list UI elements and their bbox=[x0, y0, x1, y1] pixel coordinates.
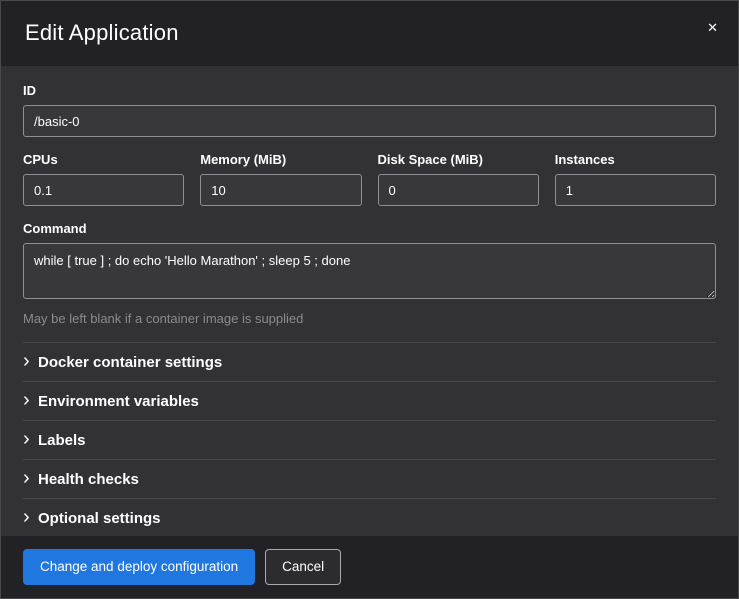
cpus-input[interactable] bbox=[23, 174, 184, 206]
command-field-group: Command while [ true ] ; do echo 'Hello … bbox=[23, 221, 716, 326]
chevron-right-icon: › bbox=[23, 354, 38, 368]
collapsible-sections: › Docker container settings › Environmen… bbox=[23, 342, 716, 536]
close-button[interactable]: ✕ bbox=[701, 15, 724, 40]
id-field-group: ID bbox=[23, 83, 716, 137]
chevron-right-icon: › bbox=[23, 510, 38, 524]
section-toggle-environment-variables[interactable]: › Environment variables bbox=[23, 381, 716, 420]
edit-application-modal: Edit Application ✕ ID CPUs Memory (MiB) … bbox=[0, 0, 739, 599]
memory-field-group: Memory (MiB) bbox=[200, 152, 361, 206]
section-toggle-optional-settings[interactable]: › Optional settings bbox=[23, 498, 716, 536]
section-toggle-labels[interactable]: › Labels bbox=[23, 420, 716, 459]
chevron-right-icon: › bbox=[23, 432, 38, 446]
chevron-right-icon: › bbox=[23, 471, 38, 485]
command-label: Command bbox=[23, 221, 716, 236]
modal-footer: Change and deploy configuration Cancel bbox=[1, 536, 738, 598]
chevron-right-icon: › bbox=[23, 393, 38, 407]
disk-field-group: Disk Space (MiB) bbox=[378, 152, 539, 206]
deploy-button[interactable]: Change and deploy configuration bbox=[23, 549, 255, 585]
id-label: ID bbox=[23, 83, 716, 98]
section-label: Docker container settings bbox=[38, 354, 222, 371]
instances-input[interactable] bbox=[555, 174, 716, 206]
cpus-field-group: CPUs bbox=[23, 152, 184, 206]
modal-header: Edit Application ✕ bbox=[1, 1, 738, 66]
section-label: Environment variables bbox=[38, 393, 199, 410]
close-icon: ✕ bbox=[707, 20, 718, 35]
instances-field-group: Instances bbox=[555, 152, 716, 206]
section-label: Optional settings bbox=[38, 510, 161, 527]
section-toggle-docker-container-settings[interactable]: › Docker container settings bbox=[23, 342, 716, 381]
section-toggle-health-checks[interactable]: › Health checks bbox=[23, 459, 716, 498]
instances-label: Instances bbox=[555, 152, 716, 167]
cancel-button[interactable]: Cancel bbox=[265, 549, 341, 585]
cpus-label: CPUs bbox=[23, 152, 184, 167]
memory-label: Memory (MiB) bbox=[200, 152, 361, 167]
modal-title: Edit Application bbox=[25, 20, 714, 46]
command-help-text: May be left blank if a container image i… bbox=[23, 311, 716, 326]
memory-input[interactable] bbox=[200, 174, 361, 206]
section-label: Health checks bbox=[38, 471, 139, 488]
id-input[interactable] bbox=[23, 105, 716, 137]
resources-row: CPUs Memory (MiB) Disk Space (MiB) Insta… bbox=[23, 152, 716, 206]
command-input[interactable]: while [ true ] ; do echo 'Hello Marathon… bbox=[23, 243, 716, 299]
section-label: Labels bbox=[38, 432, 86, 449]
disk-label: Disk Space (MiB) bbox=[378, 152, 539, 167]
modal-body: ID CPUs Memory (MiB) Disk Space (MiB) In… bbox=[1, 66, 738, 536]
disk-input[interactable] bbox=[378, 174, 539, 206]
